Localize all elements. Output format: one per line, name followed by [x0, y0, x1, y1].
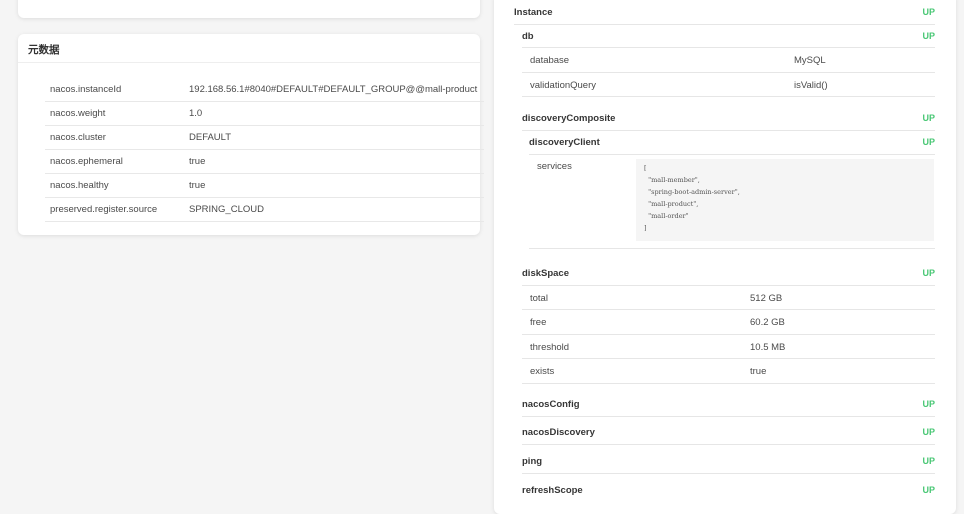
code-line: "mall-order" — [644, 212, 689, 220]
detail-value: true — [750, 366, 767, 377]
divider — [18, 62, 480, 63]
table-row: nacos.healthy true — [45, 173, 484, 198]
health-name: diskSpace — [522, 268, 569, 279]
metadata-key: nacos.instanceId — [45, 78, 189, 102]
table-row: preserved.register.source SPRING_CLOUD — [45, 197, 484, 222]
detail-key: exists — [530, 366, 555, 377]
table-row: nacos.ephemeral true — [45, 149, 484, 174]
metadata-card: 元数据 nacos.instanceId 192.168.56.1#8040#D… — [18, 34, 484, 235]
metadata-table: nacos.instanceId 192.168.56.1#8040#DEFAU… — [45, 78, 484, 222]
detail-value: isValid() — [794, 80, 828, 91]
metadata-value: 192.168.56.1#8040#DEFAULT#DEFAULT_GROUP@… — [189, 78, 484, 102]
divider — [522, 383, 935, 384]
metadata-value: true — [189, 149, 484, 174]
health-name: discoveryComposite — [522, 113, 616, 124]
status-badge: UP — [922, 137, 935, 147]
status-badge: UP — [922, 485, 935, 495]
health-name: db — [522, 31, 534, 42]
metadata-value: SPRING_CLOUD — [189, 197, 484, 222]
metadata-key: nacos.healthy — [45, 173, 189, 198]
code-line: "mall-product", — [644, 200, 699, 208]
status-badge: UP — [922, 427, 935, 437]
services-code-block: [ "mall-member", "spring-boot-admin-serv… — [636, 159, 934, 241]
divider — [529, 154, 935, 155]
detail-value: MySQL — [794, 55, 826, 66]
health-name: ping — [522, 456, 543, 467]
health-name: refreshScope — [522, 485, 583, 496]
metadata-value: 1.0 — [189, 101, 484, 126]
metadata-key: nacos.ephemeral — [45, 149, 189, 174]
divider — [522, 473, 935, 474]
divider — [522, 96, 935, 97]
health-name: discoveryClient — [529, 137, 600, 148]
detail-key: threshold — [530, 342, 570, 353]
code-line: "spring-boot-admin-server", — [644, 188, 740, 196]
divider — [522, 309, 935, 310]
code-line: [ — [644, 164, 647, 172]
divider — [529, 248, 935, 249]
metadata-key: preserved.register.source — [45, 197, 189, 222]
health-name: nacosDiscovery — [522, 427, 595, 438]
table-row: nacos.cluster DEFAULT — [45, 125, 484, 150]
health-name: nacosConfig — [522, 399, 580, 410]
detail-value: 60.2 GB — [750, 317, 785, 328]
metadata-value: DEFAULT — [189, 125, 484, 150]
divider — [522, 72, 935, 73]
detail-key: validationQuery — [530, 80, 597, 91]
detail-key: services — [537, 161, 572, 172]
divider — [514, 24, 935, 25]
divider — [522, 358, 935, 359]
detail-value: 10.5 MB — [750, 342, 786, 353]
status-badge: UP — [922, 31, 935, 41]
metadata-value: true — [189, 173, 484, 198]
detail-key: free — [530, 317, 547, 328]
health-name: Instance — [514, 7, 553, 18]
status-badge: UP — [922, 268, 935, 278]
divider — [522, 334, 935, 335]
metadata-key: nacos.weight — [45, 101, 189, 126]
divider — [522, 444, 935, 445]
code-line: ] — [644, 224, 647, 232]
divider — [522, 416, 935, 417]
status-badge: UP — [922, 456, 935, 466]
divider — [522, 47, 935, 48]
health-card: Instance UP db UP database MySQL validat… — [494, 0, 956, 514]
table-row: nacos.weight 1.0 — [45, 101, 484, 126]
previous-card — [18, 0, 480, 18]
status-badge: UP — [922, 113, 935, 123]
status-badge: UP — [922, 399, 935, 409]
detail-value: 512 GB — [750, 293, 783, 304]
detail-key: total — [530, 293, 548, 304]
status-badge: UP — [922, 7, 935, 17]
code-line: "mall-member", — [644, 176, 700, 184]
divider — [522, 130, 935, 131]
metadata-key: nacos.cluster — [45, 125, 189, 150]
detail-key: database — [530, 55, 570, 66]
metadata-title: 元数据 — [28, 44, 60, 56]
table-row: nacos.instanceId 192.168.56.1#8040#DEFAU… — [45, 78, 484, 102]
divider — [522, 285, 935, 286]
